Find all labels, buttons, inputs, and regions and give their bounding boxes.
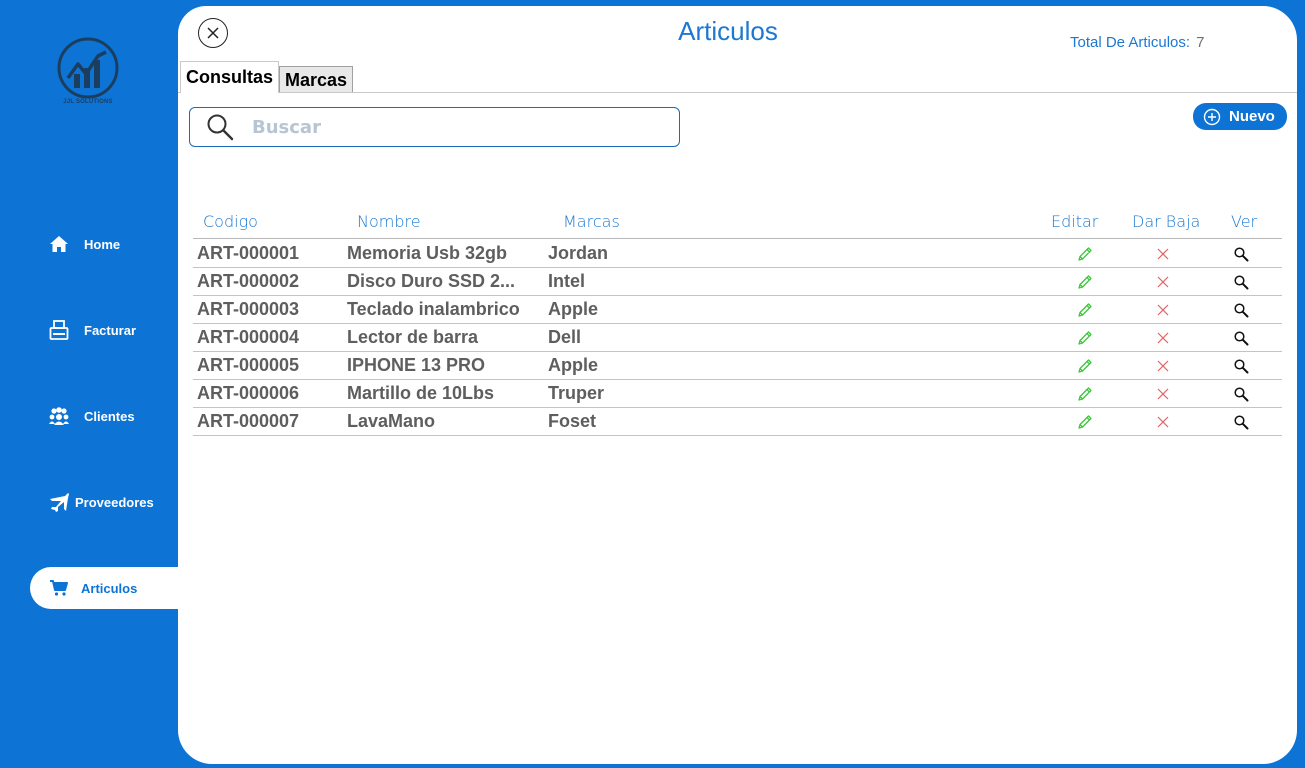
sidebar: JJL SOLUTIONS Home Facturar Clientes Pro… [0, 0, 178, 768]
table-row[interactable]: ART-000006 Martillo de 10Lbs Truper [193, 380, 1282, 408]
cell-marca: Truper [548, 383, 605, 403]
cell-nombre: Martillo de 10Lbs [347, 383, 495, 403]
people-icon [48, 405, 70, 427]
view-magnifier-icon[interactable] [1232, 245, 1250, 263]
column-header-codigo[interactable]: Codigo [203, 212, 258, 231]
edit-pencil-icon[interactable] [1076, 301, 1094, 319]
tab-marcas[interactable]: Marcas [279, 66, 354, 93]
total-label: Total De Articulos: [1070, 34, 1191, 51]
table-row[interactable]: ART-000007 LavaMano Foset [193, 408, 1282, 436]
tab-divider [178, 92, 1297, 93]
cell-codigo: ART-000006 [197, 383, 300, 403]
view-magnifier-icon[interactable] [1232, 273, 1250, 291]
table-row[interactable]: ART-000002 Disco Duro SSD 2... Intel [193, 268, 1282, 296]
cell-nombre: Teclado inalambrico [347, 299, 520, 319]
nuevo-button[interactable]: Nuevo [1193, 103, 1287, 130]
sidebar-item-label: Proveedores [75, 494, 154, 510]
search-input[interactable] [252, 116, 652, 138]
column-header-editar: Editar [1051, 212, 1099, 231]
sidebar-item-proveedores[interactable]: Proveedores [0, 482, 178, 522]
table-row[interactable]: ART-000005 IPHONE 13 PRO Apple [193, 352, 1282, 380]
search-box[interactable] [189, 107, 680, 147]
cell-nombre: Lector de barra [347, 327, 479, 347]
home-icon [48, 233, 70, 255]
delete-x-icon[interactable] [1154, 301, 1172, 319]
cell-codigo: ART-000001 [197, 243, 300, 263]
column-header-marcas[interactable]: Marcas [563, 212, 620, 231]
table-row[interactable]: ART-000001 Memoria Usb 32gb Jordan [193, 240, 1282, 268]
view-magnifier-icon[interactable] [1232, 357, 1250, 375]
total-value: 7 [1196, 34, 1205, 51]
delete-x-icon[interactable] [1154, 385, 1172, 403]
column-header-dar-baja: Dar Baja [1132, 212, 1201, 231]
cell-marca: Foset [548, 411, 597, 431]
cell-marca: Intel [548, 271, 586, 291]
total-articulos: Total De Articulos: 7 [1070, 34, 1204, 51]
column-header-ver: Ver [1231, 212, 1258, 231]
sidebar-item-facturar[interactable]: Facturar [0, 310, 178, 350]
delete-x-icon[interactable] [1154, 413, 1172, 431]
delete-x-icon[interactable] [1154, 245, 1172, 263]
tab-bar: Consultas Marcas [180, 61, 354, 93]
view-magnifier-icon[interactable] [1232, 413, 1250, 431]
column-header-nombre[interactable]: Nombre [357, 212, 421, 231]
view-magnifier-icon[interactable] [1232, 301, 1250, 319]
cell-codigo: ART-000007 [197, 411, 300, 431]
edit-pencil-icon[interactable] [1076, 245, 1094, 263]
airplane-icon [48, 491, 70, 513]
sidebar-item-label: Home [84, 236, 121, 252]
cell-codigo: ART-000005 [197, 355, 300, 375]
edit-pencil-icon[interactable] [1076, 413, 1094, 431]
cell-marca: Jordan [548, 243, 609, 263]
delete-x-icon[interactable] [1154, 273, 1172, 291]
cell-codigo: ART-000003 [197, 299, 300, 319]
nuevo-label: Nuevo [1229, 108, 1275, 125]
logo-tagline [54, 107, 122, 111]
cell-marca: Apple [548, 355, 599, 375]
sidebar-item-clientes[interactable]: Clientes [0, 396, 178, 436]
cell-nombre: IPHONE 13 PRO [347, 355, 486, 375]
delete-x-icon[interactable] [1154, 357, 1172, 375]
sidebar-item-label: Clientes [84, 408, 135, 424]
view-magnifier-icon[interactable] [1232, 329, 1250, 347]
tab-consultas[interactable]: Consultas [180, 61, 280, 93]
cart-icon [48, 577, 70, 599]
sidebar-item-label: Articulos [81, 580, 138, 596]
cell-nombre: Memoria Usb 32gb [347, 243, 508, 263]
edit-pencil-icon[interactable] [1076, 273, 1094, 291]
add-circle-icon [1203, 108, 1221, 126]
table-row[interactable]: ART-000004 Lector de barra Dell [193, 324, 1282, 352]
edit-pencil-icon[interactable] [1076, 357, 1094, 375]
cell-marca: Apple [548, 299, 599, 319]
table-body: ART-000001 Memoria Usb 32gb Jordan ART-0000… [193, 240, 1282, 436]
cell-codigo: ART-000002 [197, 271, 300, 291]
edit-pencil-icon[interactable] [1076, 385, 1094, 403]
cell-codigo: ART-000004 [197, 327, 300, 347]
cell-nombre: LavaMano [347, 411, 436, 431]
table-header: Codigo Nombre Marcas Editar Dar Baja Ver [193, 206, 1282, 239]
register-icon [48, 319, 70, 341]
delete-x-icon[interactable] [1154, 329, 1172, 347]
logo-text: JJL SOLUTIONS [63, 99, 113, 105]
view-magnifier-icon[interactable] [1232, 385, 1250, 403]
table-row[interactable]: ART-000003 Teclado inalambrico Apple [193, 296, 1282, 324]
edit-pencil-icon[interactable] [1076, 329, 1094, 347]
search-icon [206, 112, 236, 142]
sidebar-item-articulos[interactable]: Articulos [30, 567, 178, 609]
cell-marca: Dell [548, 327, 582, 347]
cell-nombre: Disco Duro SSD 2... [347, 271, 516, 291]
main-panel: Articulos Total De Articulos: 7 Consultas… [178, 6, 1297, 764]
sidebar-item-home[interactable]: Home [0, 224, 178, 264]
sidebar-item-label: Facturar [84, 322, 137, 338]
